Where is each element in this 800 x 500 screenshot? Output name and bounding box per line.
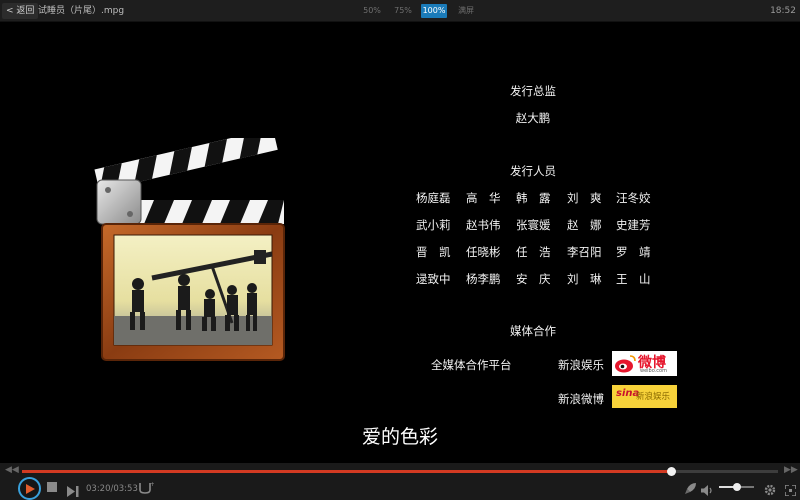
gear-icon — [764, 484, 776, 496]
staff-name: 张寰媛 — [516, 218, 551, 232]
staff-name: 韩 露 — [516, 191, 551, 205]
rewind-icon[interactable]: ◀◀ — [5, 465, 19, 475]
credit-title-media-partners: 媒体合作 — [510, 324, 556, 338]
rocket-icon — [685, 483, 696, 494]
play-icon — [26, 484, 35, 494]
staff-name: 罗 靖 — [616, 245, 651, 259]
staff-name: 任 浩 — [516, 245, 551, 259]
settings-button[interactable] — [764, 481, 776, 500]
partner-sina-weibo-label: 新浪微博 — [558, 392, 604, 406]
staff-name: 晋 凯 — [416, 245, 451, 259]
next-icon — [67, 486, 79, 497]
staff-name: 刘 爽 — [567, 191, 602, 205]
fullscreen-button[interactable] — [784, 481, 797, 500]
credit-title-distribution-staff: 发行人员 — [510, 164, 556, 178]
staff-name: 杨庭磊 — [416, 191, 451, 205]
zoom-100-button[interactable]: 100% — [421, 4, 447, 18]
staff-name: 安 庆 — [516, 272, 551, 286]
subtitle-icon: + — [139, 481, 155, 494]
fullscreen-icon — [784, 484, 797, 497]
subtitle-button[interactable]: + — [138, 480, 155, 499]
sina-ent-logo: sina 新浪娱乐 — [612, 385, 677, 408]
partner-sina-ent-label: 新浪娱乐 — [558, 358, 604, 372]
seek-thumb[interactable] — [666, 467, 676, 476]
zoom-50-button[interactable]: 50% — [361, 4, 383, 18]
clapperboard-image — [94, 138, 285, 361]
control-bar: ◀◀ ▶▶ 03:20/03:53 + — [0, 463, 800, 500]
staff-name: 杨李鹏 — [466, 272, 501, 286]
media-partner-label: 全媒体合作平台 — [431, 358, 512, 372]
staff-name: 李召阳 — [567, 245, 602, 259]
accelerate-button[interactable] — [684, 480, 697, 499]
weibo-logo: 微博 weibo.com — [612, 351, 677, 376]
back-button[interactable]: < 返回 — [2, 3, 39, 19]
staff-name: 高 华 — [466, 191, 501, 205]
title-bar: < 返回 试睡员（片尾）.mpg 50% 75% 100% 满屏 18:52 — [0, 0, 800, 22]
credit-title-distribution-director: 发行总监 — [510, 84, 556, 98]
forward-icon[interactable]: ▶▶ — [784, 465, 798, 475]
staff-name: 汪冬姣 — [616, 191, 651, 205]
volume-thumb[interactable] — [732, 483, 741, 491]
seek-bar[interactable] — [22, 467, 778, 476]
sina-logo-text: 新浪娱乐 — [636, 392, 671, 402]
mute-button[interactable] — [701, 481, 714, 500]
staff-name: 赵 娜 — [567, 218, 602, 232]
staff-name: 刘 琳 — [567, 272, 602, 286]
staff-name: 逯致中 — [416, 272, 451, 286]
clock: 18:52 — [770, 6, 796, 16]
volume-icon — [701, 485, 712, 496]
svg-text:+: + — [150, 481, 154, 488]
staff-name: 史建芳 — [616, 218, 651, 232]
staff-name: 赵书伟 — [466, 218, 501, 232]
play-button[interactable] — [18, 477, 41, 500]
zoom-75-button[interactable]: 75% — [392, 4, 414, 18]
stop-button[interactable] — [47, 482, 57, 492]
credit-name-director: 赵大鹏 — [515, 111, 551, 125]
subtitle-text: 爱的色彩 — [361, 426, 439, 448]
volume-slider[interactable] — [719, 483, 754, 491]
staff-name: 王 山 — [616, 272, 651, 286]
file-title: 试睡员（片尾）.mpg — [38, 6, 125, 16]
next-button[interactable] — [67, 482, 79, 500]
time-display: 03:20/03:53 — [86, 484, 138, 494]
video-area[interactable]: 发行总监 赵大鹏 发行人员 杨庭磊 高 华 韩 露 刘 爽 汪冬姣 武小莉 赵书… — [0, 23, 800, 463]
weibo-logo-sub: weibo.com — [640, 368, 667, 374]
zoom-fullscreen-button[interactable]: 满屏 — [455, 4, 477, 18]
seek-progress — [22, 470, 671, 473]
staff-name: 武小莉 — [416, 218, 451, 232]
staff-name: 任晓彬 — [466, 245, 501, 259]
